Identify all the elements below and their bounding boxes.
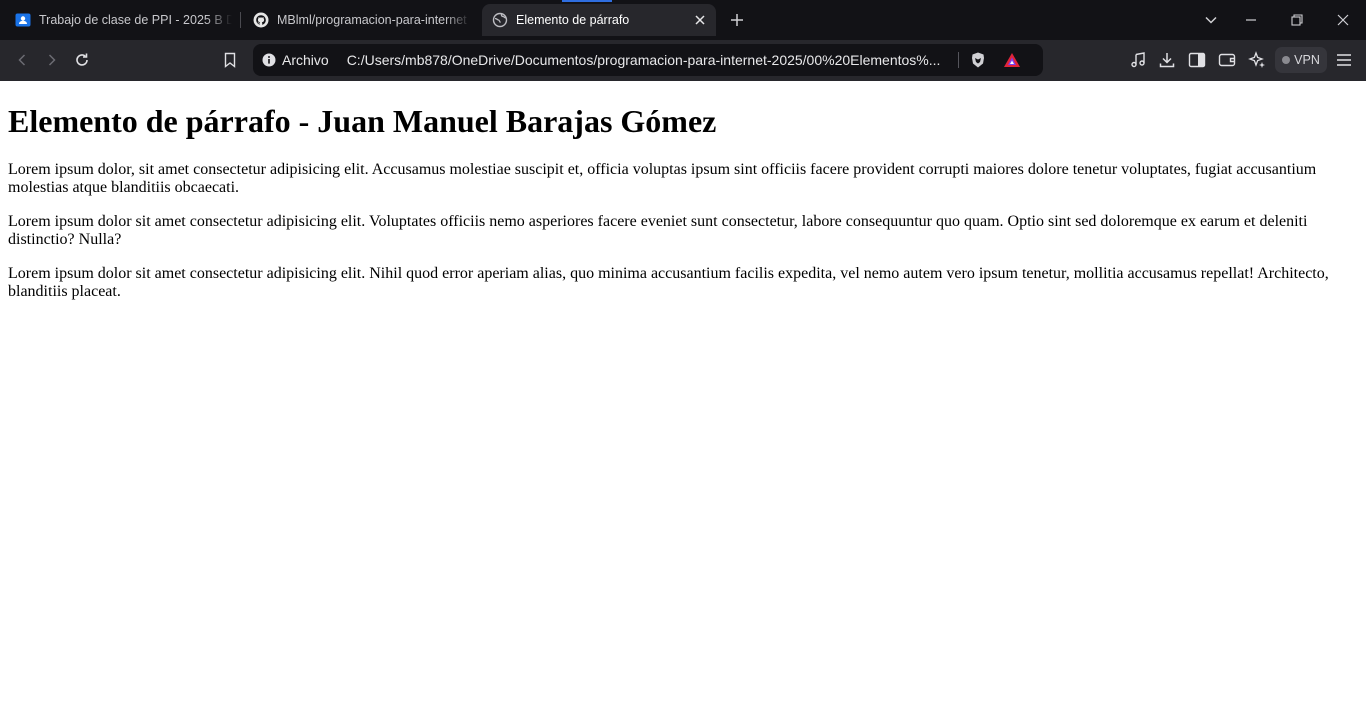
forward-button[interactable] [39,48,65,72]
minimize-window-button[interactable] [1239,8,1263,32]
close-tab-icon[interactable] [692,12,708,28]
tab-classroom[interactable]: Trabajo de clase de PPI - 2025 B D04 [8,4,232,36]
site-info-icon[interactable] [262,53,276,67]
wallet-icon[interactable] [1214,48,1240,72]
tab-separator [240,12,241,28]
paragraph-1: Lorem ipsum dolor, sit amet consectetur … [8,161,1317,196]
tab-title: MBlml/programacion-para-internet [277,13,467,27]
sidebar-toggle-icon[interactable] [1184,48,1210,72]
back-button[interactable] [9,48,35,72]
brave-rewards-icon[interactable] [1003,52,1021,68]
tab-elemento-parrafo[interactable]: Elemento de párrafo [482,4,716,36]
address-divider [958,52,959,68]
vpn-status-dot [1282,56,1291,64]
tab-github[interactable]: MBlml/programacion-para-internet [246,4,471,36]
new-tab-button[interactable] [726,8,748,32]
classroom-icon [15,12,31,28]
leo-ai-sparkle-icon[interactable] [1244,48,1270,72]
page-heading: Elemento de párrafo - Juan Manuel Baraja… [8,103,717,139]
media-music-icon[interactable] [1125,48,1151,72]
paragraph-2: Lorem ipsum dolor sit amet consectetur a… [8,213,1308,248]
tab-strip: Trabajo de clase de PPI - 2025 B D04 MBl… [0,0,1366,40]
page-content: Elemento de párrafo - Juan Manuel Baraja… [0,81,1366,728]
brave-shields-icon[interactable] [969,51,987,69]
address-url-text[interactable]: C:/Users/mb878/OneDrive/Documentos/progr… [347,52,945,68]
tab-strip-indicator [562,0,612,2]
tab-search-chevron-down-icon[interactable] [1199,8,1223,32]
close-window-button[interactable] [1331,8,1355,32]
bookmark-button[interactable] [217,48,243,72]
vpn-button[interactable]: VPN [1275,47,1327,73]
github-icon [253,12,269,28]
tab-title: Trabajo de clase de PPI - 2025 B D04 [39,13,232,27]
downloads-icon[interactable] [1154,48,1180,72]
main-menu-hamburger-icon[interactable] [1331,48,1357,72]
restore-window-button[interactable] [1285,8,1309,32]
tab-title: Elemento de párrafo [516,13,630,27]
reload-button[interactable] [69,48,95,72]
browser-toolbar: Archivo C:/Users/mb878/OneDrive/Document… [0,40,1366,81]
paragraph-3: Lorem ipsum dolor sit amet consectetur a… [8,265,1329,300]
globe-icon [492,12,508,28]
address-scheme-label: Archivo [282,52,329,68]
vpn-label: VPN [1294,53,1320,67]
address-bar[interactable]: Archivo C:/Users/mb878/OneDrive/Document… [253,44,1043,76]
